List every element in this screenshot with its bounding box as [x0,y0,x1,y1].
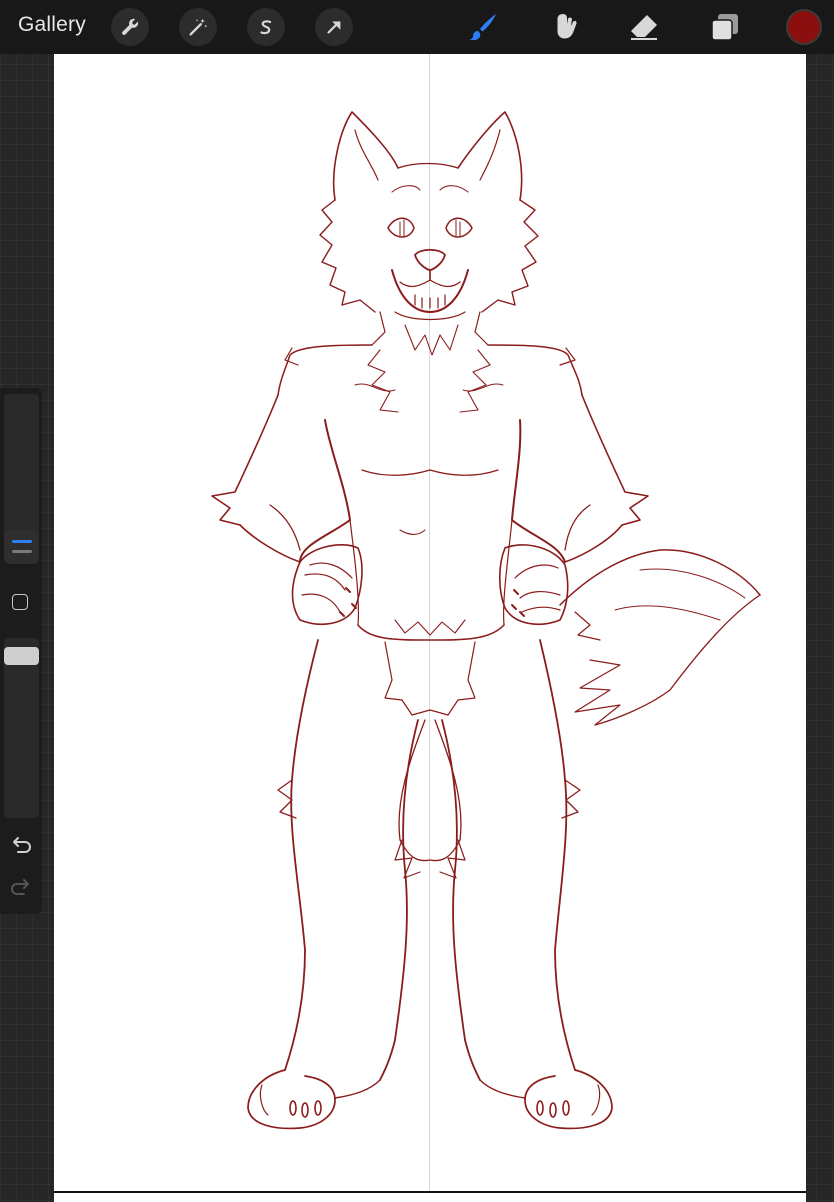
layers-icon[interactable] [707,9,743,45]
top-toolbar: Gallery [0,0,834,54]
opacity-handle[interactable] [4,647,39,665]
undo-icon[interactable] [9,836,33,856]
smudge-icon[interactable] [548,9,584,45]
selection-icon[interactable] [247,8,285,46]
brush-size-handle[interactable] [4,530,39,564]
brush-size-indicator-secondary [12,550,32,553]
left-sidebar [0,388,42,914]
transform-arrow-icon[interactable] [315,8,353,46]
canvas-bottom-edge [54,1191,806,1202]
color-picker-button[interactable] [786,9,822,45]
opacity-slider[interactable] [4,638,39,818]
wolf-sketch-artwork [211,111,761,1130]
brush-icon[interactable] [465,9,501,45]
wrench-icon[interactable] [111,8,149,46]
magic-wand-icon[interactable] [179,8,217,46]
redo-icon[interactable] [9,878,33,898]
gallery-button[interactable]: Gallery [18,13,86,37]
modify-button[interactable] [12,594,28,610]
eraser-icon[interactable] [626,9,662,45]
drawing-canvas[interactable] [54,54,806,1191]
brush-size-indicator [12,540,32,543]
